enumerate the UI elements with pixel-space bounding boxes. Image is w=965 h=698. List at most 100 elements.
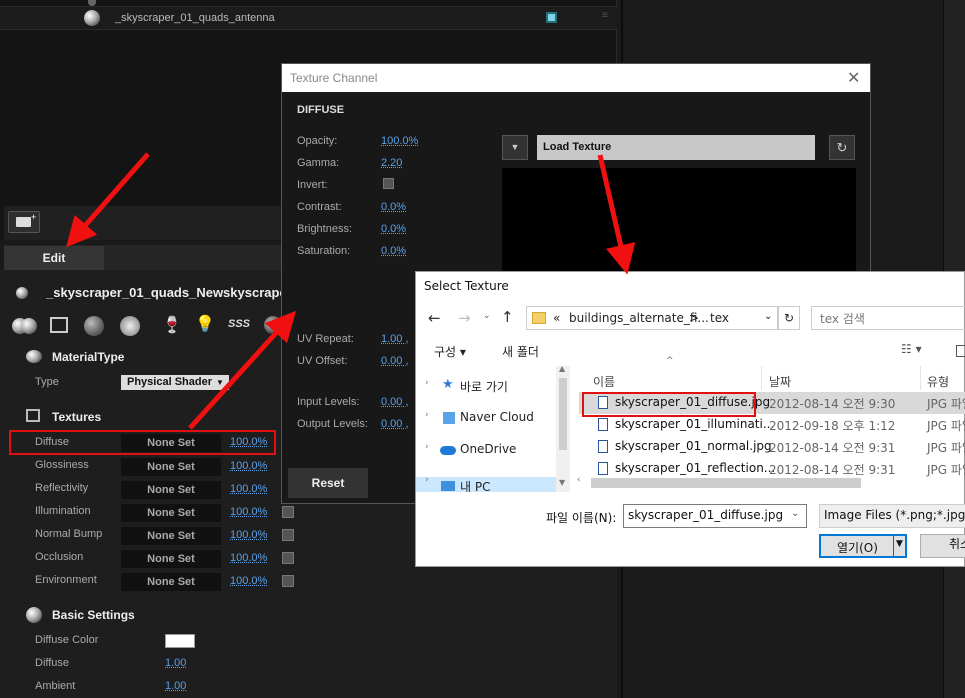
- sss-icon[interactable]: SSS: [228, 318, 250, 330]
- refresh-button[interactable]: ↻: [778, 306, 800, 330]
- spheres-icon[interactable]: [21, 318, 37, 334]
- file-row[interactable]: skyscraper_01_illuminati... 2012-09-18 오…: [579, 414, 965, 436]
- diffuse-color-swatch[interactable]: [165, 634, 195, 648]
- nav-item-onedrive[interactable]: › OneDrive: [416, 439, 556, 461]
- param-value[interactable]: 0.0%: [381, 223, 406, 235]
- nav-item-naver-cloud[interactable]: › Naver Cloud: [416, 407, 556, 429]
- scroll-down-icon[interactable]: ▼: [559, 478, 565, 487]
- chrome-sphere-icon[interactable]: [120, 316, 140, 336]
- cancel-button[interactable]: 취소: [920, 534, 965, 558]
- param-value[interactable]: 2.20: [381, 157, 402, 169]
- chevron-right-icon[interactable]: ›: [425, 477, 429, 485]
- param-value[interactable]: 100.0%: [381, 135, 418, 147]
- up-icon[interactable]: ↑: [501, 308, 514, 326]
- texture-slot[interactable]: None Set: [121, 573, 221, 591]
- recent-dropdown-icon[interactable]: ⌄: [483, 311, 491, 321]
- param-value[interactable]: 0.0%: [381, 245, 406, 257]
- close-icon[interactable]: ✕: [847, 68, 860, 88]
- texture-checkbox[interactable]: [282, 552, 294, 564]
- horizontal-scrollbar[interactable]: [591, 478, 861, 488]
- image-icon[interactable]: [50, 317, 68, 333]
- column-header-date[interactable]: 날짜: [769, 373, 791, 390]
- texture-slot[interactable]: None Set: [121, 481, 221, 499]
- texture-row-environment[interactable]: Environment None Set 100.0%: [0, 570, 300, 593]
- layer-row[interactable]: _skyscraper_01_quads_antenna ≡: [0, 6, 617, 30]
- drag-handle-icon[interactable]: ≡: [602, 10, 608, 21]
- type-select[interactable]: Physical Shader ▼: [121, 375, 229, 390]
- column-header-type[interactable]: 유형: [927, 373, 949, 390]
- texture-checkbox[interactable]: [282, 529, 294, 541]
- texture-percent[interactable]: 100.0%: [230, 575, 267, 587]
- search-input[interactable]: tex 검색: [811, 306, 965, 330]
- address-bar[interactable]: « buildings_alternate_fi... > tex ⌄: [526, 306, 778, 330]
- texture-percent[interactable]: 100.0%: [230, 506, 267, 518]
- load-texture-button[interactable]: Load Texture: [537, 135, 815, 160]
- breadcrumb-folder[interactable]: tex: [710, 311, 729, 325]
- material-sphere-icon: [16, 287, 28, 299]
- matte-sphere-icon[interactable]: [84, 316, 104, 336]
- param-value[interactable]: 1.00 ,: [381, 333, 409, 345]
- chevron-down-icon[interactable]: ⌄: [791, 508, 799, 519]
- tab-edit[interactable]: Edit: [4, 246, 104, 270]
- texture-percent[interactable]: 100.0%: [230, 460, 267, 472]
- nav-label: 내 PC: [460, 480, 491, 492]
- chevron-right-icon[interactable]: ›: [425, 378, 429, 388]
- column-divider[interactable]: [920, 366, 921, 390]
- file-row[interactable]: skyscraper_01_reflection... 2012-08-14 오…: [579, 458, 965, 480]
- column-divider[interactable]: [761, 366, 762, 390]
- texture-slot[interactable]: None Set: [121, 458, 221, 476]
- texture-checkbox[interactable]: [282, 506, 294, 518]
- visibility-toggle[interactable]: [546, 12, 557, 23]
- filetype-select[interactable]: Image Files (*.png;*.jpg;*.e: [819, 504, 965, 528]
- chevron-right-icon[interactable]: ›: [425, 410, 429, 420]
- scroll-up-icon[interactable]: ▲: [559, 364, 565, 373]
- param-value[interactable]: 0.00 ,: [381, 396, 409, 408]
- wine-glass-icon[interactable]: 🍷: [162, 315, 182, 335]
- texture-percent[interactable]: 100.0%: [230, 552, 267, 564]
- param-value[interactable]: 0.00 ,: [381, 418, 409, 430]
- texture-slot[interactable]: None Set: [121, 504, 221, 522]
- param-value[interactable]: 0.00 ,: [381, 355, 409, 367]
- nav-item-quick-access[interactable]: › ★ 바로 가기: [416, 375, 556, 397]
- reset-button[interactable]: Reset: [288, 468, 368, 498]
- preview-pane-icon[interactable]: [956, 345, 965, 357]
- param-value[interactable]: 0.0%: [381, 201, 406, 213]
- open-button[interactable]: 열기(O) ▼: [819, 534, 907, 558]
- chevron-right-icon[interactable]: ›: [425, 442, 429, 452]
- basic-value[interactable]: 1.00: [165, 680, 186, 692]
- texture-checkbox[interactable]: [282, 575, 294, 587]
- forward-icon[interactable]: →: [458, 309, 471, 327]
- chevron-down-icon[interactable]: ▼: [896, 539, 903, 549]
- filename-input[interactable]: skyscraper_01_diffuse.jpg: [623, 504, 807, 528]
- texture-slot[interactable]: None Set: [121, 550, 221, 568]
- invert-checkbox[interactable]: [383, 178, 394, 189]
- light-bulb-icon[interactable]: 💡: [195, 314, 215, 334]
- refresh-icon: ↻: [783, 311, 795, 325]
- texture-slot[interactable]: None Set: [121, 527, 221, 545]
- texture-row-reflectivity[interactable]: Reflectivity None Set 100.0%: [0, 478, 300, 501]
- breadcrumb-folder[interactable]: buildings_alternate_fi...: [569, 311, 709, 325]
- view-options-icon[interactable]: ☷ ▾: [901, 342, 922, 356]
- scroll-thumb[interactable]: [559, 378, 567, 450]
- texture-percent[interactable]: 100.0%: [230, 529, 267, 541]
- nav-scrollbar[interactable]: ▲ ▼: [556, 364, 570, 492]
- globe-icon[interactable]: [264, 316, 282, 334]
- nav-item-this-pc[interactable]: › 내 PC: [416, 477, 556, 492]
- column-header-name[interactable]: 이름: [593, 373, 615, 390]
- file-name: skyscraper_01_illuminati...: [615, 417, 775, 431]
- texture-row-occlusion[interactable]: Occlusion None Set 100.0%: [0, 547, 300, 570]
- new-folder-button[interactable]: 새 폴더: [502, 343, 539, 360]
- scroll-left-icon[interactable]: ‹: [577, 475, 581, 485]
- organize-button[interactable]: 구성 ▾: [434, 343, 466, 360]
- texture-dropdown-button[interactable]: ▼: [502, 135, 528, 160]
- refresh-button[interactable]: ↻: [829, 135, 855, 160]
- back-icon[interactable]: ←: [428, 309, 441, 327]
- texture-percent[interactable]: 100.0%: [230, 483, 267, 495]
- texture-row-glossiness[interactable]: Glossiness None Set 100.0%: [0, 455, 300, 478]
- file-row[interactable]: skyscraper_01_normal.jpg 2012-08-14 오전 9…: [579, 436, 965, 458]
- new-folder-button[interactable]: +: [8, 211, 40, 233]
- basic-value[interactable]: 1.00: [165, 657, 186, 669]
- texture-row-normal-bump[interactable]: Normal Bump None Set 100.0%: [0, 524, 300, 547]
- texture-row-illumination[interactable]: Illumination None Set 100.0%: [0, 501, 300, 524]
- chevron-down-icon[interactable]: ⌄: [764, 311, 772, 322]
